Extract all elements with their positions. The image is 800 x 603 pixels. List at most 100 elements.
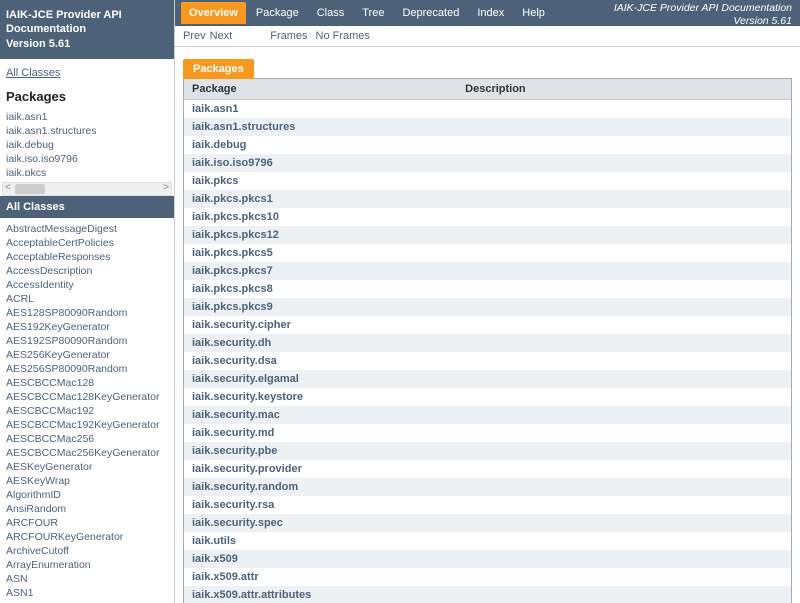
sidebar-class-link[interactable]: AcceptableCertPolicies bbox=[6, 236, 168, 250]
sidebar-class-link[interactable]: AlgorithmID bbox=[6, 488, 168, 502]
sidebar-class-link[interactable]: AESCBCCMac128KeyGenerator bbox=[6, 390, 168, 404]
right-panel: OverviewPackageClassTreeDeprecatedIndexH… bbox=[175, 0, 800, 603]
package-link[interactable]: iaik.security.spec bbox=[192, 517, 283, 529]
sidebar-class-link[interactable]: AESKeyWrap bbox=[6, 474, 168, 488]
subnav-frames[interactable]: Frames bbox=[270, 30, 307, 42]
package-link[interactable]: iaik.security.md bbox=[192, 427, 274, 439]
tab-class[interactable]: Class bbox=[309, 2, 353, 24]
sidebar-class-link[interactable]: ASN bbox=[6, 572, 168, 586]
table-row: iaik.security.cipher bbox=[184, 316, 791, 334]
package-link[interactable]: iaik.pkcs.pkcs8 bbox=[192, 283, 273, 295]
sidebar-class-link[interactable]: ArrayEnumeration bbox=[6, 558, 168, 572]
package-link[interactable]: iaik.utils bbox=[192, 535, 236, 547]
package-link[interactable]: iaik.security.keystore bbox=[192, 391, 303, 403]
table-row: iaik.security.pbe bbox=[184, 442, 791, 460]
sidebar-package-link[interactable]: iaik.pkcs bbox=[6, 166, 168, 176]
all-classes-bar: All Classes bbox=[0, 196, 174, 218]
table-row: iaik.security.dh bbox=[184, 334, 791, 352]
package-link[interactable]: iaik.asn1.structures bbox=[192, 121, 295, 133]
left-header-title: IAIK-JCE Provider API Documentation bbox=[6, 8, 168, 37]
package-link[interactable]: iaik.pkcs bbox=[192, 175, 238, 187]
packages-table: Package Description iaik.asn1 iaik.asn1.s… bbox=[184, 79, 791, 603]
tab-help[interactable]: Help bbox=[514, 2, 553, 24]
sidebar-class-link[interactable]: AES256KeyGenerator bbox=[6, 348, 168, 362]
sidebar-class-link[interactable]: AcceptableResponses bbox=[6, 250, 168, 264]
subnav-prev: Prev bbox=[183, 30, 206, 42]
package-link[interactable]: iaik.debug bbox=[192, 139, 246, 151]
package-link[interactable]: iaik.pkcs.pkcs9 bbox=[192, 301, 273, 313]
sidebar-class-link[interactable]: ACRL bbox=[6, 292, 168, 306]
sidebar-class-link[interactable]: ASN1 bbox=[6, 586, 168, 600]
package-link[interactable]: iaik.x509.attr bbox=[192, 571, 259, 583]
package-link[interactable]: iaik.security.provider bbox=[192, 463, 302, 475]
top-nav: OverviewPackageClassTreeDeprecatedIndexH… bbox=[175, 0, 800, 26]
package-link[interactable]: iaik.security.dh bbox=[192, 337, 271, 349]
sidebar-class-link[interactable]: AESCBCCMac256KeyGenerator bbox=[6, 446, 168, 460]
tab-overview[interactable]: Overview bbox=[181, 2, 246, 24]
table-row: iaik.x509.attr bbox=[184, 568, 791, 586]
sidebar-class-link[interactable]: AES256SP80090Random bbox=[6, 362, 168, 376]
package-link[interactable]: iaik.security.mac bbox=[192, 409, 280, 421]
th-description: Description bbox=[457, 79, 791, 100]
package-link[interactable]: iaik.pkcs.pkcs1 bbox=[192, 193, 273, 205]
tab-package[interactable]: Package bbox=[248, 2, 307, 24]
package-link[interactable]: iaik.x509.attr.attributes bbox=[192, 589, 311, 601]
package-link[interactable]: iaik.pkcs.pkcs10 bbox=[192, 211, 279, 223]
package-link[interactable]: iaik.pkcs.pkcs12 bbox=[192, 229, 279, 241]
sidebar-class-link[interactable]: AES128SP80090Random bbox=[6, 306, 168, 320]
th-package: Package bbox=[184, 79, 457, 100]
package-link[interactable]: iaik.pkcs.pkcs5 bbox=[192, 247, 273, 259]
table-row: iaik.pkcs.pkcs7 bbox=[184, 262, 791, 280]
package-link[interactable]: iaik.security.cipher bbox=[192, 319, 291, 331]
table-row: iaik.pkcs.pkcs8 bbox=[184, 280, 791, 298]
sidebar-class-link[interactable]: AESCBCCMac256 bbox=[6, 432, 168, 446]
package-link[interactable]: iaik.asn1 bbox=[192, 103, 238, 115]
sidebar-class-link[interactable]: ARCFOURKeyGenerator bbox=[6, 530, 168, 544]
sidebar-class-link[interactable]: AESCBCCMac128 bbox=[6, 376, 168, 390]
sidebar-package-link[interactable]: iaik.iso.iso9796 bbox=[6, 152, 168, 166]
sidebar-class-link[interactable]: ARCFOUR bbox=[6, 516, 168, 530]
nav-tabs: OverviewPackageClassTreeDeprecatedIndexH… bbox=[181, 2, 555, 24]
sidebar-class-link[interactable]: AnsiRandom bbox=[6, 502, 168, 516]
tab-deprecated[interactable]: Deprecated bbox=[394, 2, 467, 24]
package-link[interactable]: iaik.pkcs.pkcs7 bbox=[192, 265, 273, 277]
tab-tree[interactable]: Tree bbox=[354, 2, 392, 24]
main-content[interactable]: Packages Package Description iaik.asn1 ia… bbox=[175, 47, 800, 603]
sidebar-class-link[interactable]: ArchiveCutoff bbox=[6, 544, 168, 558]
horizontal-scrollbar[interactable] bbox=[2, 182, 172, 196]
table-row: iaik.iso.iso9796 bbox=[184, 154, 791, 172]
table-row: iaik.x509.attr.attributes bbox=[184, 586, 791, 603]
sidebar-class-link[interactable]: AESCBCCMac192KeyGenerator bbox=[6, 418, 168, 432]
sidebar-package-link[interactable]: iaik.debug bbox=[6, 138, 168, 152]
sidebar-class-list[interactable]: AbstractMessageDigestAcceptableCertPolic… bbox=[0, 218, 174, 603]
tab-index[interactable]: Index bbox=[469, 2, 512, 24]
sidebar-class-link[interactable]: AESCBCCMac192 bbox=[6, 404, 168, 418]
sidebar-class-link[interactable]: AES192KeyGenerator bbox=[6, 320, 168, 334]
left-panel: IAIK-JCE Provider API Documentation Vers… bbox=[0, 0, 175, 603]
table-row: iaik.pkcs.pkcs1 bbox=[184, 190, 791, 208]
package-link[interactable]: iaik.security.dsa bbox=[192, 355, 277, 367]
sidebar-class-link[interactable]: AESKeyGenerator bbox=[6, 460, 168, 474]
left-header-version: Version 5.61 bbox=[6, 37, 168, 51]
package-link[interactable]: iaik.security.pbe bbox=[192, 445, 277, 457]
table-row: iaik.security.spec bbox=[184, 514, 791, 532]
package-link[interactable]: iaik.security.random bbox=[192, 481, 298, 493]
table-row: iaik.x509 bbox=[184, 550, 791, 568]
sidebar-package-link[interactable]: iaik.asn1 bbox=[6, 110, 168, 124]
packages-caption: Packages bbox=[183, 59, 254, 79]
subnav-noframes[interactable]: No Frames bbox=[316, 30, 370, 42]
package-link[interactable]: iaik.security.rsa bbox=[192, 499, 274, 511]
package-link[interactable]: iaik.x509 bbox=[192, 553, 238, 565]
table-row: iaik.pkcs.pkcs9 bbox=[184, 298, 791, 316]
sidebar-class-link[interactable]: AES192SP80090Random bbox=[6, 334, 168, 348]
table-row: iaik.security.mac bbox=[184, 406, 791, 424]
sidebar-class-link[interactable]: AbstractMessageDigest bbox=[6, 222, 168, 236]
sidebar-package-link[interactable]: iaik.asn1.structures bbox=[6, 124, 168, 138]
all-classes-link[interactable]: All Classes bbox=[6, 63, 168, 85]
package-link[interactable]: iaik.iso.iso9796 bbox=[192, 157, 273, 169]
table-row: iaik.asn1.structures bbox=[184, 118, 791, 136]
sidebar-class-link[interactable]: AccessDescription bbox=[6, 264, 168, 278]
package-link[interactable]: iaik.security.elgamal bbox=[192, 373, 299, 385]
sidebar-class-link[interactable]: AccessIdentity bbox=[6, 278, 168, 292]
table-row: iaik.pkcs.pkcs10 bbox=[184, 208, 791, 226]
